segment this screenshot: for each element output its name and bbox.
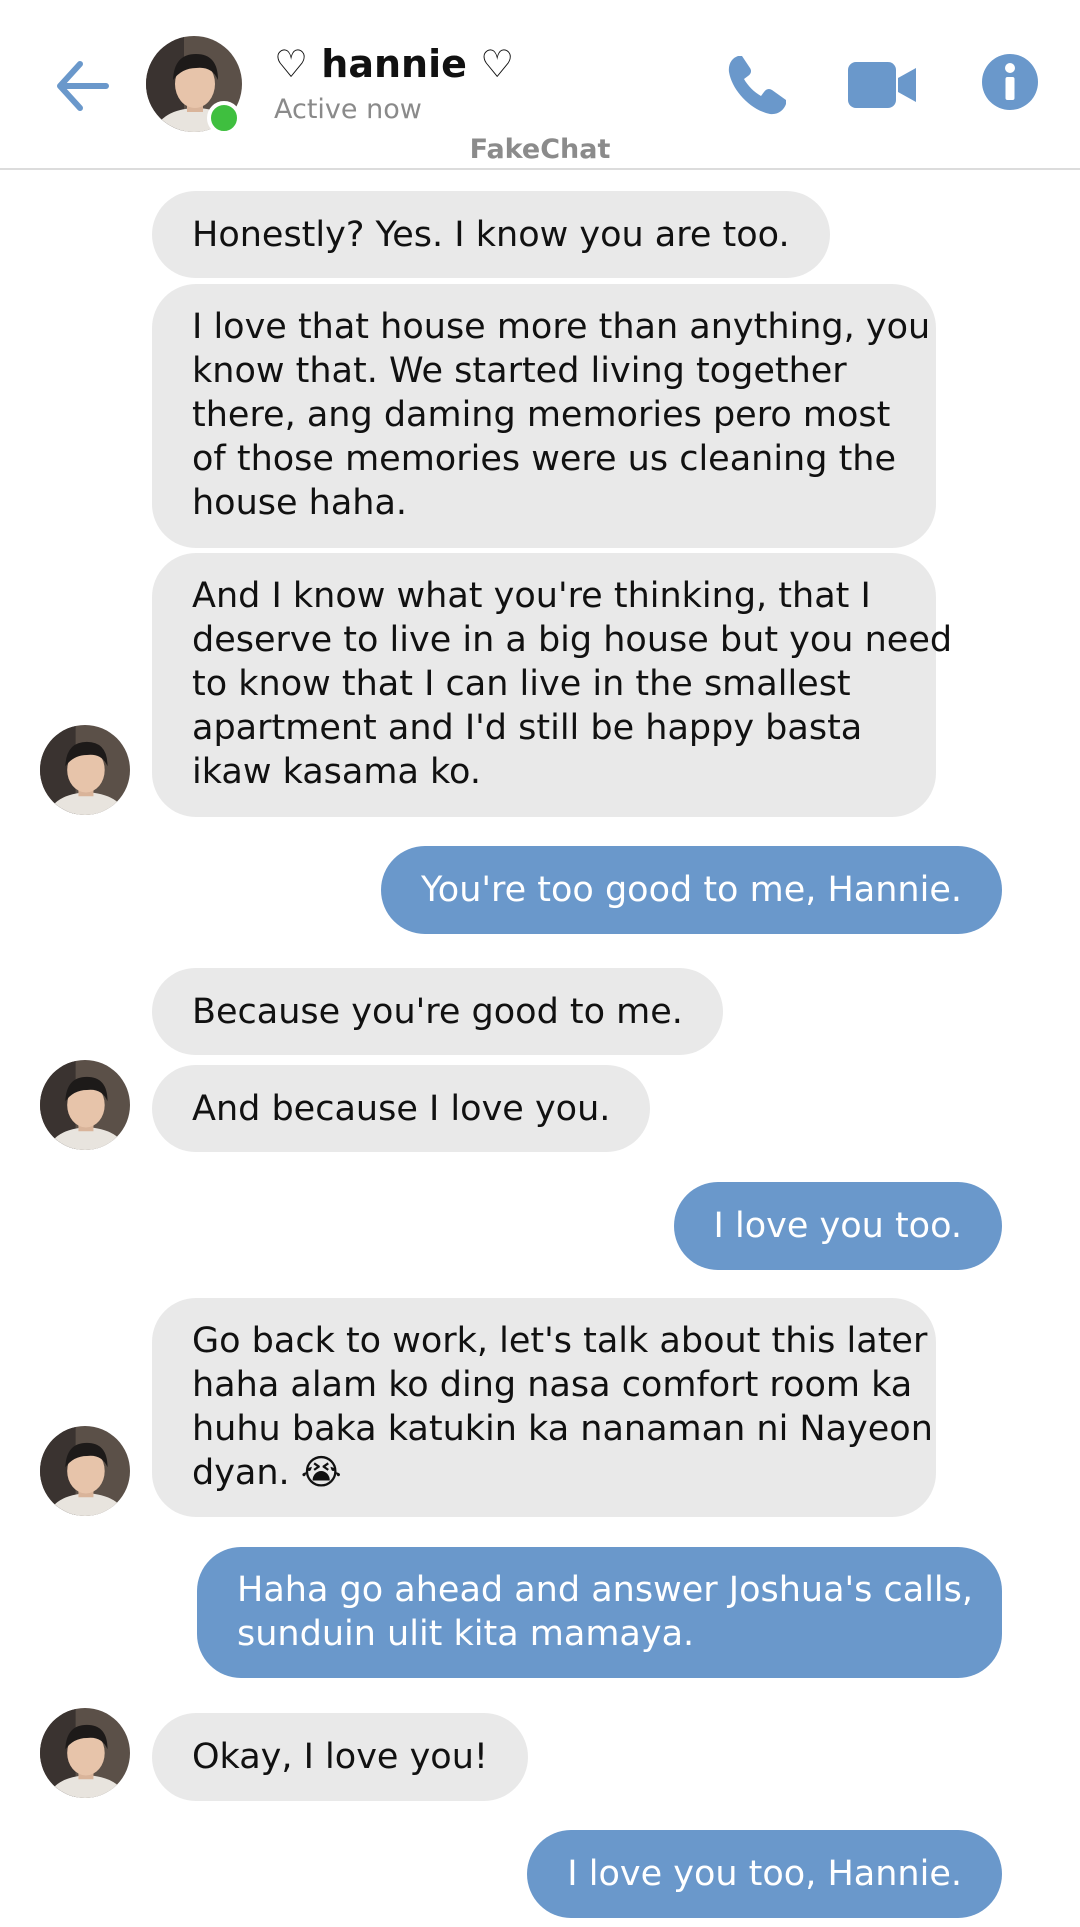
received-message[interactable]: And because I love you. [152,1065,651,1152]
message-text: haha alam ko ding nasa comfort room ka [192,1365,913,1405]
message-text: Okay, I love you! [192,1737,488,1777]
message-text: Because you're good to me. [192,991,683,1032]
message-text: there, ang daming memories pero most [192,395,891,435]
message-text: know that. We started living together [192,351,847,391]
received-message[interactable]: Because you're good to me. [152,968,723,1055]
phone-icon[interactable] [724,52,790,118]
chat-header: ♡ hannie ♡ Active now FakeChat [0,0,1080,170]
contact-avatar[interactable] [40,1426,130,1516]
message-text: You're too good to me, Hannie. [421,870,962,910]
message-text: I love you too. [713,1206,962,1246]
message-text: And I know what you're thinking, that I [192,576,871,616]
message-text: I love that house more than anything, yo… [192,307,931,347]
sent-message[interactable]: Haha go ahead and answer Joshua's calls,… [197,1547,1002,1678]
received-message[interactable]: Go back to work, let's talk about this l… [152,1298,936,1517]
message-text: deserve to live in a big house but you n… [192,620,953,660]
received-message[interactable]: I love that house more than anything, yo… [152,284,936,548]
message-text: Honestly? Yes. I know you are too. [192,214,790,255]
message-text: sunduin ulit kita mamaya. [237,1614,695,1654]
received-message[interactable]: Okay, I love you! [152,1713,528,1801]
app-watermark: FakeChat [469,134,611,165]
received-message[interactable]: And I know what you're thinking, that I … [152,553,953,817]
sent-message[interactable]: I love you too. [673,1182,1002,1270]
message-text: And because I love you. [192,1088,611,1129]
message-text: to know that I can live in the smallest [192,664,851,704]
message-text: I love you too, Hannie. [567,1854,962,1894]
message-text: dyan. 😭 [192,1453,342,1493]
message-text: apartment and I'd still be happy basta [192,708,863,748]
message-text: house haha. [192,483,408,523]
message-text: of those memories were us cleaning the [192,439,897,479]
received-message[interactable]: Honestly? Yes. I know you are too. [152,191,830,278]
contact-avatar[interactable] [40,1708,130,1798]
message-text: huhu baka katukin ka nanaman ni Nayeon [192,1409,933,1449]
sent-message[interactable]: I love you too, Hannie. [527,1830,1002,1918]
active-status: Active now [274,94,422,125]
contact-avatar[interactable] [40,725,130,815]
video-camera-icon[interactable] [848,60,916,110]
contact-avatar[interactable] [40,1060,130,1150]
message-text: Go back to work, let's talk about this l… [192,1321,928,1361]
message-text: ikaw kasama ko. [192,752,481,792]
back-arrow-icon[interactable] [52,56,112,116]
contact-name[interactable]: ♡ hannie ♡ [274,42,514,86]
online-status-indicator [207,101,241,135]
info-icon[interactable] [982,54,1038,110]
message-text: Haha go ahead and answer Joshua's calls, [237,1570,974,1610]
sent-message[interactable]: You're too good to me, Hannie. [381,846,1002,934]
